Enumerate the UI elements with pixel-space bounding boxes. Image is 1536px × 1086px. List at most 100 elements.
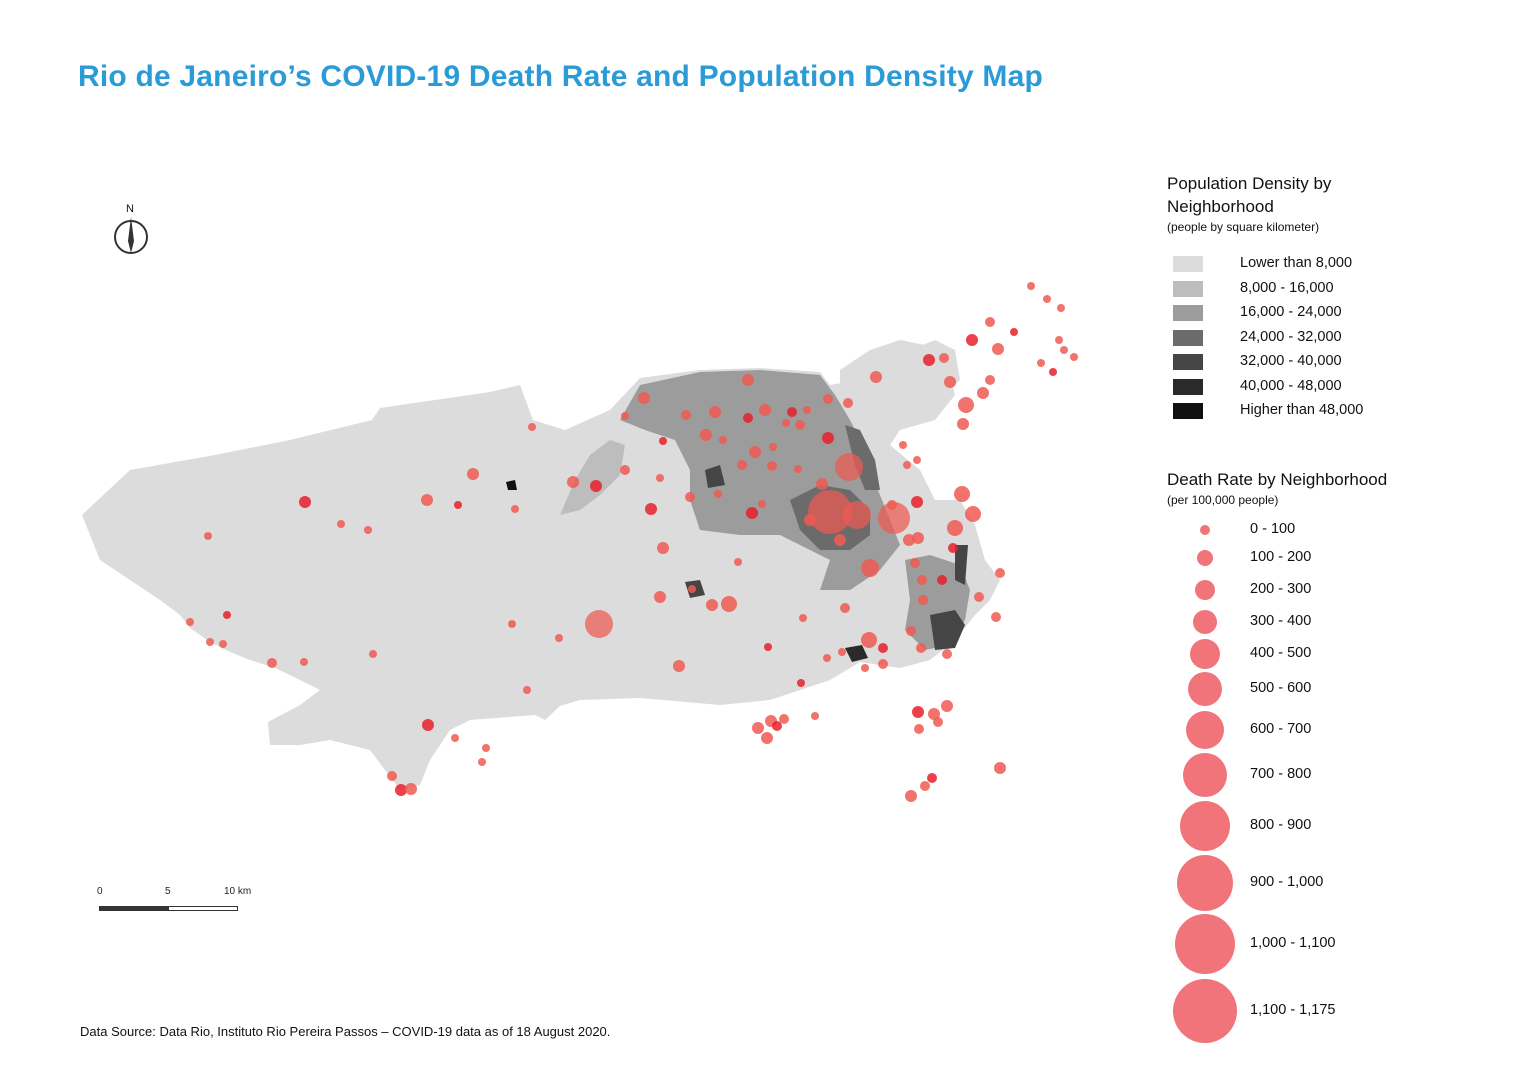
density-legend-item: Lower than 8,000 [1167,254,1497,279]
death-rate-marker [721,596,737,612]
death-rate-marker [482,744,490,752]
death-rate-marker [223,611,231,619]
death-rate-marker [405,783,417,795]
death-rate-legend-label: 700 - 800 [1250,766,1312,782]
death-rate-marker [719,436,727,444]
density-legend-label: Lower than 8,000 [1240,255,1353,271]
death-rate-circle [1177,855,1233,911]
death-rate-circle [1195,580,1215,600]
death-rate-circle [1190,639,1220,669]
scale-segment-light [168,906,238,911]
death-rate-marker [937,575,947,585]
death-rate-marker [1057,304,1065,312]
death-rate-marker [910,558,920,568]
death-rate-legend-title: Death Rate by Neighborhood [1167,470,1388,489]
death-rate-marker [985,317,995,327]
death-rate-marker [816,478,828,490]
death-rate-marker [948,543,958,553]
death-rate-marker [620,465,630,475]
density-legend-label: 16,000 - 24,000 [1240,304,1342,320]
death-rate-marker [685,492,695,502]
death-rate-marker [906,626,916,636]
death-rate-marker [835,453,863,481]
scale-bar: 0 5 10 km [96,886,256,918]
death-rate-marker [947,520,963,536]
death-rate-marker [758,500,766,508]
death-rate-marker [795,420,805,430]
death-rate-marker [219,640,227,648]
death-rate-marker [204,532,212,540]
death-rate-marker [387,771,397,781]
death-rate-marker [823,654,831,662]
death-rate-marker [966,334,978,346]
death-rate-marker [742,374,754,386]
death-rate-legend-label: 1,100 - 1,175 [1250,1002,1336,1018]
death-rate-circle [1180,801,1230,851]
density-swatch [1173,354,1203,370]
compass-icon [114,217,148,254]
death-rate-marker [656,474,664,482]
death-rate-marker [838,648,846,656]
death-rate-marker [985,375,995,385]
death-rate-marker [737,460,747,470]
north-arrow: N [112,203,152,257]
density-legend-item: Higher than 48,000 [1167,401,1497,426]
density-swatch [1173,378,1203,395]
death-rate-marker [965,506,981,522]
density-legend-label: 24,000 - 32,000 [1240,328,1342,345]
scale-label-0: 0 [97,886,103,897]
death-rate-marker [590,480,602,492]
death-rate-legend-label: 400 - 500 [1250,645,1312,661]
death-rate-marker [861,559,879,577]
density-legend: Population Density by Neighborhood (peop… [1167,172,1497,426]
death-rate-marker [761,732,773,744]
death-rate-circle [1183,753,1227,797]
death-rate-marker [822,432,834,444]
death-rate-marker [749,446,761,458]
death-rate-marker [585,610,613,638]
death-rate-marker [337,520,345,528]
death-rate-marker [804,514,816,526]
density-swatch [1173,280,1203,297]
rio-map [82,282,1078,802]
death-rate-marker [364,526,372,534]
death-rate-marker [657,542,669,554]
density-legend-label: Higher than 48,000 [1240,402,1364,418]
death-rate-marker [1043,295,1051,303]
density-legend-item: 24,000 - 32,000 [1167,328,1497,353]
death-rate-marker [794,465,802,473]
death-rate-marker [422,719,434,731]
death-rate-marker [1027,282,1035,290]
death-rate-marker [811,712,819,720]
death-rate-marker [454,501,462,509]
death-rate-legend-label: 900 - 1,000 [1250,874,1324,890]
density-legend-item: 32,000 - 40,000 [1167,352,1497,377]
death-rate-marker [843,398,853,408]
legend: Population Density by Neighborhood (peop… [1167,172,1497,1043]
death-rate-marker [267,658,277,668]
death-rate-marker [916,643,926,653]
death-rate-legend-label: 200 - 300 [1250,581,1312,597]
death-rate-legend-label: 1,000 - 1,100 [1250,935,1336,951]
death-rate-marker [688,585,696,593]
death-rate-marker [478,758,486,766]
scale-label-5: 5 [165,886,171,897]
death-rate-marker [912,532,924,544]
death-rate-marker [912,706,924,718]
death-rate-marker [861,664,869,672]
scale-segment-dark [99,906,169,911]
death-rate-marker [991,612,1001,622]
death-rate-marker [861,632,877,648]
death-rate-marker [782,419,790,427]
death-rate-marker [840,603,850,613]
death-rate-marker [974,592,984,602]
death-rate-marker [823,394,833,404]
death-rate-marker [1060,346,1068,354]
density-swatch [1173,403,1203,419]
death-rate-marker [834,534,846,546]
death-rate-marker [942,649,952,659]
death-rate-marker [759,404,771,416]
death-rate-marker [659,437,667,445]
death-rate-marker [681,410,691,420]
density-legend-subtitle: (people by square kilometer) [1167,220,1320,234]
